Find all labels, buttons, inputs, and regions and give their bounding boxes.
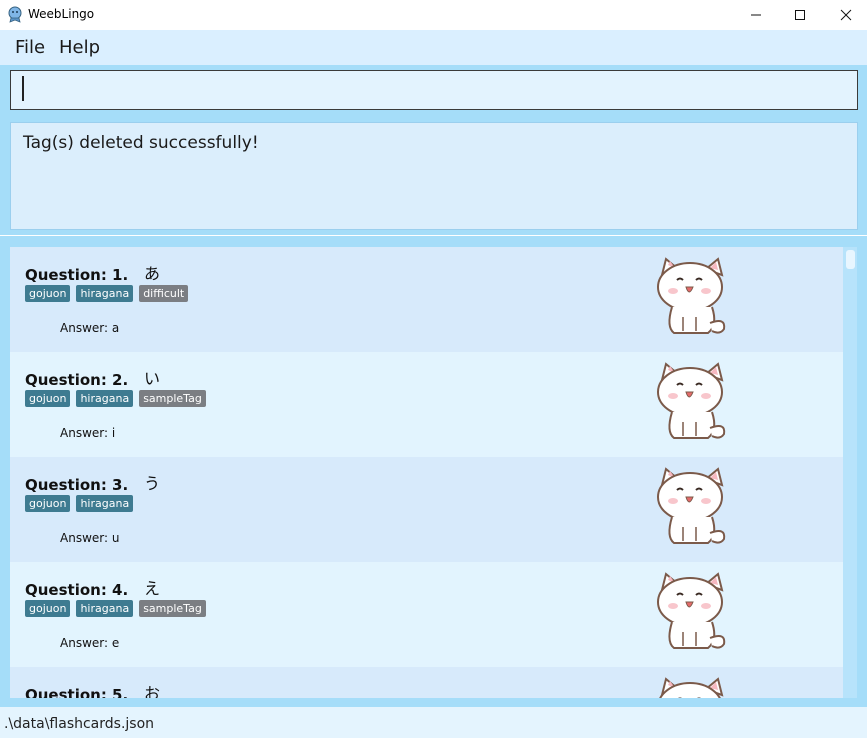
flashcard[interactable]: Question: 3. う gojuon hiragana Answer: u <box>10 457 843 562</box>
tag-badge: sampleTag <box>139 600 206 617</box>
tag-list: gojuon hiragana <box>25 495 134 512</box>
close-icon <box>840 9 852 21</box>
tag-badge: hiragana <box>76 495 134 512</box>
tag-badge: gojuon <box>25 285 71 302</box>
maximize-button[interactable] <box>777 0 823 30</box>
question-kana: え <box>144 579 161 598</box>
minimize-button[interactable] <box>733 0 779 30</box>
flashcard-list-panel: Question: 1. あ gojuon hiragana difficult Answ… <box>0 236 867 707</box>
flashcard-list[interactable]: Question: 1. あ gojuon hiragana difficult Answ… <box>10 247 843 698</box>
menu-help[interactable]: Help <box>59 37 100 58</box>
window-title: WeebLingo <box>28 7 95 21</box>
result-display-area: Tag(s) deleted successfully! <box>0 115 867 235</box>
cat-mascot-image <box>657 257 726 334</box>
title-bar: WeebLingo <box>0 0 867 30</box>
tag-badge: gojuon <box>25 390 71 407</box>
scrollbar-thumb[interactable] <box>846 250 855 269</box>
question-number: Question: 4. <box>25 581 129 599</box>
tag-list: gojuon hiragana difficult <box>25 285 189 302</box>
question-number: Question: 1. <box>25 266 129 284</box>
tag-badge: sampleTag <box>139 390 206 407</box>
question-number: Question: 2. <box>25 371 129 389</box>
answer-text: Answer: u <box>60 531 120 545</box>
app-icon <box>8 6 22 23</box>
result-message: Tag(s) deleted successfully! <box>23 133 259 153</box>
question-kana: う <box>144 474 161 493</box>
command-input[interactable] <box>10 70 858 110</box>
result-display: Tag(s) deleted successfully! <box>10 122 858 230</box>
tag-list: gojuon hiragana sampleTag <box>25 600 206 617</box>
tag-badge: hiragana <box>76 390 134 407</box>
tag-badge: hiragana <box>76 600 134 617</box>
answer-text: Answer: e <box>60 636 120 650</box>
cat-mascot-image <box>657 467 726 544</box>
cat-mascot-image <box>659 677 724 698</box>
text-caret <box>22 76 24 101</box>
answer-text: Answer: a <box>60 321 120 335</box>
question-kana: あ <box>144 264 161 283</box>
save-location: .\data\flashcards.json <box>4 716 155 732</box>
minimize-icon <box>751 14 761 16</box>
tag-badge: difficult <box>139 285 189 302</box>
scrollbar[interactable] <box>843 247 857 698</box>
tag-badge: gojuon <box>25 495 71 512</box>
command-box-area <box>0 65 867 115</box>
tag-badge: hiragana <box>76 285 134 302</box>
maximize-icon <box>795 10 805 20</box>
flashcard[interactable]: Question: 5. お <box>10 667 843 698</box>
flashcard[interactable]: Question: 2. い gojuon hiragana sampleTag Answ… <box>10 352 843 457</box>
tag-list: gojuon hiragana sampleTag <box>25 390 206 407</box>
question-number: Question: 5. <box>25 686 129 698</box>
answer-text: Answer: i <box>60 426 116 440</box>
close-button[interactable] <box>823 0 867 30</box>
flashcard[interactable]: Question: 1. あ gojuon hiragana difficult Answ… <box>10 247 843 352</box>
question-number: Question: 3. <box>25 476 129 494</box>
tag-badge: gojuon <box>25 600 71 617</box>
status-bar: .\data\flashcards.json <box>0 707 867 738</box>
menu-file[interactable]: File <box>15 37 45 58</box>
cat-mascot-image <box>657 572 726 649</box>
flashcard[interactable]: Question: 4. え gojuon hiragana sampleTag Answ… <box>10 562 843 667</box>
menu-bar: File Help <box>0 30 867 65</box>
question-kana: い <box>144 369 161 388</box>
question-kana: お <box>144 684 161 698</box>
cat-mascot-image <box>657 362 726 439</box>
